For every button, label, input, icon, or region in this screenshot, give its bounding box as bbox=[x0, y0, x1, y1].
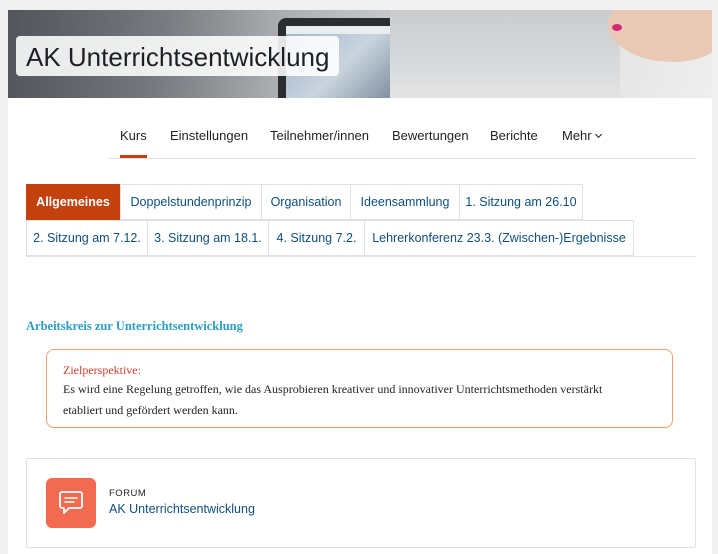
course-title: AK Unterrichtsentwicklung bbox=[16, 36, 340, 76]
nav-einstellungen[interactable]: Einstellungen bbox=[170, 122, 248, 158]
tab-sitzung-18-1[interactable]: 3. Sitzung am 18.1. bbox=[147, 220, 269, 256]
tab-allgemeines[interactable]: Allgemeines bbox=[26, 184, 120, 220]
nav-berichte[interactable]: Berichte bbox=[490, 122, 538, 158]
tab-sitzung-7-2[interactable]: 4. Sitzung 7.2. bbox=[268, 220, 365, 256]
goal-text-line1: Es wird eine Regelung getroffen, wie das… bbox=[63, 382, 603, 396]
activity-forum: FORUM AK Unterrichtsentwicklung bbox=[26, 458, 696, 548]
forum-icon[interactable] bbox=[46, 478, 96, 528]
nav-mehr-label: Mehr bbox=[562, 128, 592, 143]
chevron-down-icon bbox=[594, 130, 602, 139]
tab-lehrerkonferenz[interactable]: Lehrerkonferenz 23.3. (Zwischen-)Ergebni… bbox=[364, 220, 634, 256]
course-header-image: AK Unterrichtsentwicklung bbox=[8, 10, 712, 98]
nav-teilnehmer[interactable]: Teilnehmer/innen bbox=[270, 122, 369, 158]
tab-ideensammlung[interactable]: Ideensammlung bbox=[350, 184, 460, 220]
tab-sitzung-26-10[interactable]: 1. Sitzung am 26.10 bbox=[459, 184, 583, 220]
course-page: AK Unterrichtsentwicklung Kurs Einstellu… bbox=[8, 10, 712, 554]
nav-kurs[interactable]: Kurs bbox=[120, 122, 147, 158]
goal-title: Zielperspektive: bbox=[63, 363, 141, 377]
hand-image bbox=[608, 10, 712, 62]
activity-link[interactable]: AK Unterrichtsentwicklung bbox=[109, 502, 255, 516]
secondary-navigation: Kurs Einstellungen Teilnehmer/innen Bewe… bbox=[8, 122, 712, 160]
activity-type: FORUM bbox=[109, 488, 147, 499]
nav-mehr[interactable]: Mehr bbox=[562, 122, 602, 158]
section-heading: Arbeitskreis zur Unterrichtsentwicklung bbox=[26, 319, 243, 333]
laptop-image bbox=[390, 10, 620, 98]
tab-organisation[interactable]: Organisation bbox=[261, 184, 351, 220]
nav-bewertungen[interactable]: Bewertungen bbox=[392, 122, 469, 158]
speech-bubble-icon bbox=[59, 491, 83, 514]
tab-sitzung-7-12[interactable]: 2. Sitzung am 7.12. bbox=[26, 220, 148, 256]
goal-box: Zielperspektive: Es wird eine Regelung g… bbox=[46, 349, 673, 428]
tab-doppelstundenprinzip[interactable]: Doppelstundenprinzip bbox=[120, 184, 262, 220]
goal-text-line2: etabliert und gefördert werden kann. bbox=[63, 403, 238, 417]
